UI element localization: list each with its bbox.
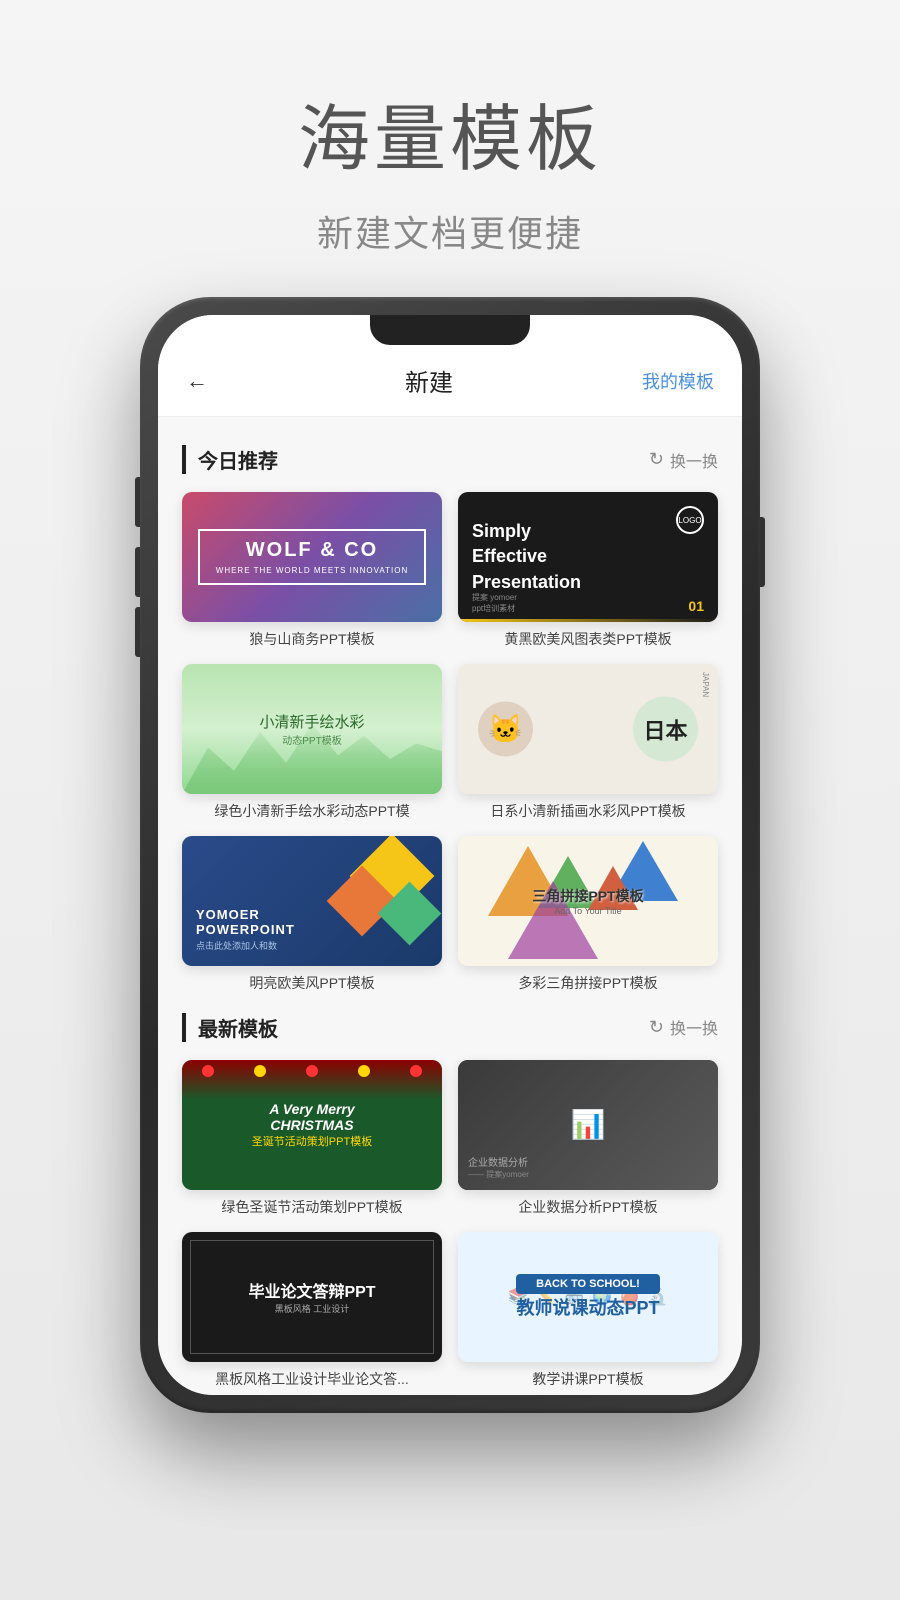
latest-refresh-button[interactable]: ↻ 换一换 [649,1015,718,1039]
my-templates-button[interactable]: 我的模板 [642,368,714,394]
christmas-ball-3 [306,1065,318,1077]
japan-cat-icon: 🐱 [478,702,533,757]
simply-accent-line [458,619,718,622]
business-label-sub: —— 提案yomoer [468,1169,529,1180]
page-hero-section: 海量模板 新建文档更便捷 [298,80,602,257]
template-item-yomoer[interactable]: YOMOERPOWERPOINT 点击此处添加人和数 明亮欧美风PPT模板 [182,836,442,992]
triangle-label: 多彩三角拼接PPT模板 [458,974,718,992]
template-thumb-simply: SimplyEffectivePresentation LOGO 提案 yomo… [458,492,718,622]
app-header-title: 新建 [405,363,453,398]
triangle-subtitle: Add To Your Title [532,906,643,916]
business-label: 企业数据分析PPT模板 [458,1198,718,1216]
latest-section-header: 最新模板 ↻ 换一换 [182,1013,718,1042]
template-item-simply[interactable]: SimplyEffectivePresentation LOGO 提案 yomo… [458,492,718,648]
phone-inner-shell: ← 新建 我的模板 今日推荐 ↻ 换一换 [158,315,742,1395]
christmas-ball-2 [254,1065,266,1077]
business-icon: 📊 [571,1108,606,1141]
simply-label: 黄黑欧美风图表类PPT模板 [458,630,718,648]
christmas-subtitle: 圣诞节活动策划PPT模板 [252,1133,372,1149]
graduation-title: 毕业论文答辩PPT [248,1278,375,1302]
japan-kanji: 日本 [643,713,687,745]
page-sub-title: 新建文档更便捷 [298,205,602,257]
refresh-icon: ↻ [649,449,664,470]
yomoer-title: YOMOERPOWERPOINT [196,907,295,937]
business-label-cn: 企业数据分析 [468,1154,528,1169]
christmas-balls [182,1065,442,1077]
phone-screen: ← 新建 我的模板 今日推荐 ↻ 换一换 [158,315,742,1395]
watercolor-label: 绿色小清新手绘水彩动态PPT模 [182,802,442,820]
watercolor-subtitle: 动态PPT模板 [282,732,341,747]
content-area: 今日推荐 ↻ 换一换 WOLF & CO WHERE T [158,417,742,1395]
christmas-title: A Very MerryCHRISTMAS [269,1101,354,1133]
template-thumb-business: 企业数据分析 —— 提案yomoer 📊 [458,1060,718,1190]
template-item-teacher[interactable]: 📚 ✏️ 🚌 🌍 🍎 🔬 BACK TO SCHOOL! 教师说课动态 [458,1232,718,1388]
christmas-label: 绿色圣诞节活动策划PPT模板 [182,1198,442,1216]
latest-refresh-icon: ↻ [649,1017,664,1038]
template-thumb-yomoer: YOMOERPOWERPOINT 点击此处添加人和数 [182,836,442,966]
japan-label: 日系小清新插画水彩风PPT模板 [458,802,718,820]
template-item-wolf[interactable]: WOLF & CO WHERE THE WORLD MEETS INNOVATI… [182,492,442,648]
graduation-label: 黑板风格工业设计毕业论文答... [182,1370,442,1388]
template-item-christmas[interactable]: A Very MerryCHRISTMAS 圣诞节活动策划PPT模板 绿色圣诞节… [182,1060,442,1216]
template-thumb-triangle: 三角拼接PPT模板 Add To Your Title [458,836,718,966]
latest-refresh-label: 换一换 [670,1015,718,1039]
today-section-header: 今日推荐 ↻ 换一换 [182,445,718,474]
back-button[interactable]: ← [186,368,216,394]
teacher-label: 教学讲课PPT模板 [458,1370,718,1388]
wolf-title: WOLF & CO WHERE THE WORLD MEETS INNOVATI… [198,529,426,585]
japan-circle: 日本 [633,697,698,762]
graduation-subtitle: 黑板风格 工业设计 [248,1302,375,1315]
simply-main-text: SimplyEffectivePresentation [472,519,581,595]
template-item-graduation[interactable]: 毕业论文答辩PPT 黑板风格 工业设计 黑板风格工业设计毕业论文答... [182,1232,442,1388]
template-thumb-watercolor: 小清新手绘水彩 动态PPT模板 [182,664,442,794]
simply-meta: 提案 yomoerppt培训素材 [472,592,517,614]
teacher-title: 教师说课动态PPT [516,1294,659,1320]
phone-mockup: ← 新建 我的模板 今日推荐 ↻ 换一换 [140,297,760,1413]
wolf-subtitle: WHERE THE WORLD MEETS INNOVATION [216,566,408,575]
latest-section-title: 最新模板 [182,1013,278,1042]
latest-template-grid: A Very MerryCHRISTMAS 圣诞节活动策划PPT模板 绿色圣诞节… [182,1060,718,1388]
simply-logo: LOGO [676,506,704,534]
today-refresh-label: 换一换 [670,448,718,472]
template-thumb-wolf: WOLF & CO WHERE THE WORLD MEETS INNOVATI… [182,492,442,622]
template-thumb-teacher: 📚 ✏️ 🚌 🌍 🍎 🔬 BACK TO SCHOOL! 教师说课动态 [458,1232,718,1362]
template-item-business[interactable]: 企业数据分析 —— 提案yomoer 📊 企业数据分析PPT模板 [458,1060,718,1216]
phone-notch [370,315,530,345]
yomoer-subtitle: 点击此处添加人和数 [196,939,277,952]
template-thumb-graduation: 毕业论文答辩PPT 黑板风格 工业设计 [182,1232,442,1362]
back-to-school-badge: BACK TO SCHOOL! [516,1274,659,1294]
christmas-ball-1 [202,1065,214,1077]
template-item-japan[interactable]: 🐱 日本 JAPAN 日系小清新插画水彩风PPT模板 [458,664,718,820]
simply-number: 01 [688,598,704,614]
template-thumb-christmas: A Very MerryCHRISTMAS 圣诞节活动策划PPT模板 [182,1060,442,1190]
phone-outer-shell: ← 新建 我的模板 今日推荐 ↻ 换一换 [140,297,760,1413]
japan-text-en: JAPAN [701,672,710,697]
today-section-title: 今日推荐 [182,445,278,474]
template-item-triangle[interactable]: 三角拼接PPT模板 Add To Your Title 多彩三角拼接PPT模板 [458,836,718,992]
template-thumb-japan: 🐱 日本 JAPAN [458,664,718,794]
yomoer-label: 明亮欧美风PPT模板 [182,974,442,992]
today-refresh-button[interactable]: ↻ 换一换 [649,448,718,472]
christmas-ball-5 [410,1065,422,1077]
today-template-grid: WOLF & CO WHERE THE WORLD MEETS INNOVATI… [182,492,718,993]
template-item-watercolor[interactable]: 小清新手绘水彩 动态PPT模板 绿色小清新手绘水彩动态PPT模 [182,664,442,820]
yomoer-shapes [299,836,442,966]
watercolor-title: 小清新手绘水彩 [259,711,364,732]
wolf-label: 狼与山商务PPT模板 [182,630,442,648]
page-main-title: 海量模板 [298,80,602,185]
triangle-title: 三角拼接PPT模板 [532,886,643,906]
christmas-ball-4 [358,1065,370,1077]
